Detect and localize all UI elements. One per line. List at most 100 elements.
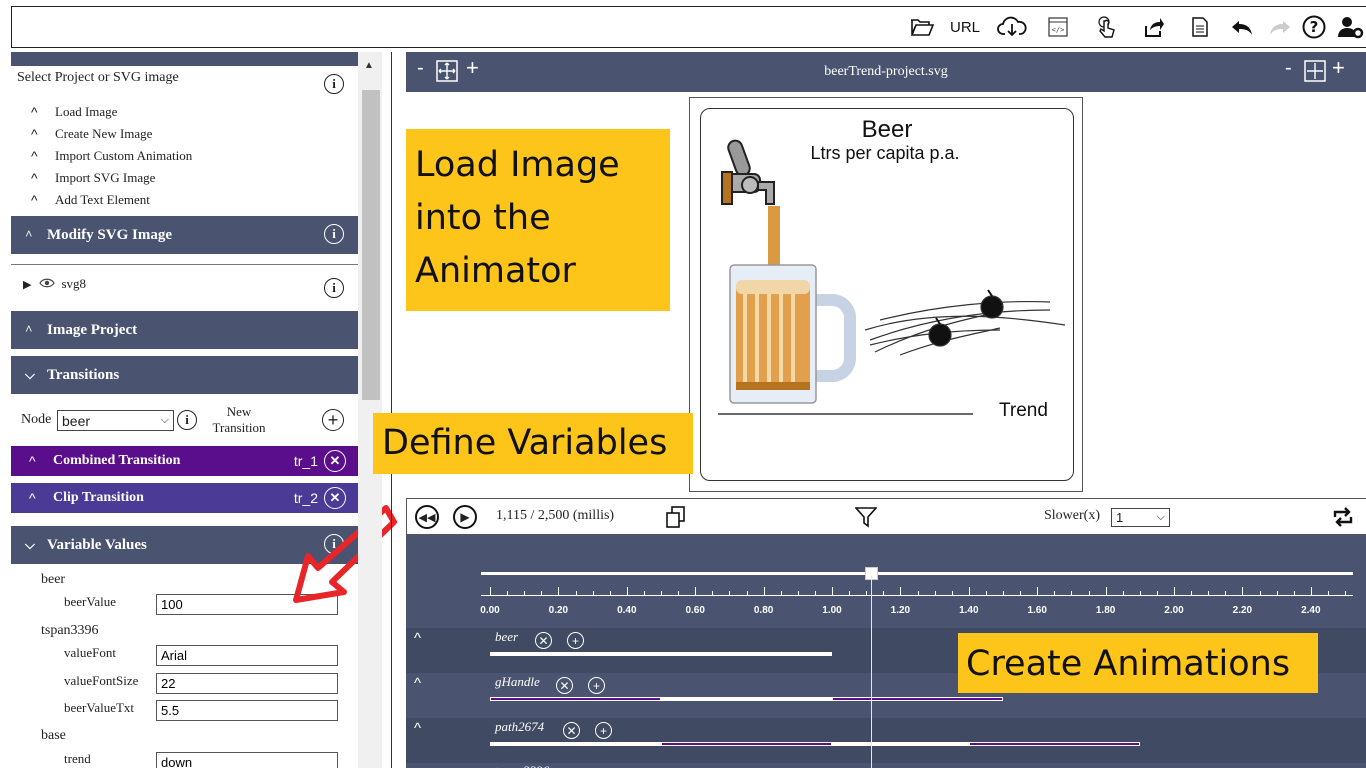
track-name-partial: tspan3396 bbox=[495, 763, 549, 768]
fit-to-screen-icon[interactable] bbox=[1304, 60, 1326, 88]
user-settings-icon[interactable] bbox=[1338, 15, 1364, 39]
add-transition-button[interactable]: + bbox=[322, 409, 344, 431]
section-modify-svg-image[interactable]: ^ Modify SVG Image i bbox=[11, 216, 358, 254]
valueFontSize-input[interactable] bbox=[156, 673, 338, 694]
section-transitions[interactable]: ⌵ Transitions bbox=[11, 356, 358, 394]
valueFont-input[interactable] bbox=[156, 645, 338, 666]
ruler-tick bbox=[524, 591, 526, 595]
info-icon[interactable]: i bbox=[177, 410, 197, 430]
ruler-tick bbox=[1003, 591, 1004, 595]
sidebar: Select Project or SVG image i ^ Load Imag… bbox=[11, 52, 358, 768]
caret-up-icon[interactable]: ^ bbox=[414, 675, 421, 692]
help-icon[interactable]: ? bbox=[1302, 15, 1326, 39]
menu-import-svg-image[interactable]: ^ Import SVG Image bbox=[31, 170, 155, 186]
loop-icon[interactable] bbox=[1331, 506, 1355, 533]
chevron-up-icon: ^ bbox=[25, 322, 33, 337]
menu-add-text-element[interactable]: ^ Add Text Element bbox=[31, 192, 150, 208]
new-transition-label: New Transition bbox=[212, 404, 266, 435]
remove-track-icon[interactable]: ✕ bbox=[556, 677, 573, 694]
url-button[interactable]: URL bbox=[950, 15, 980, 39]
scroll-up-arrow-icon[interactable]: ▲ bbox=[364, 60, 374, 71]
ruler-tick bbox=[1259, 591, 1261, 595]
ruler-tick bbox=[507, 591, 509, 595]
ruler-tick bbox=[917, 591, 919, 595]
ruler-tick bbox=[626, 587, 628, 595]
remove-track-icon[interactable]: ✕ bbox=[535, 632, 552, 649]
track-name: gHandle bbox=[495, 674, 540, 689]
animation-segment[interactable] bbox=[832, 742, 969, 746]
touch-pointer-icon[interactable] bbox=[1095, 15, 1117, 39]
caret-up-icon[interactable]: ^ bbox=[414, 630, 421, 647]
ruler-tick bbox=[558, 587, 560, 595]
ruler-tick bbox=[1310, 587, 1312, 595]
animation-segment[interactable] bbox=[490, 697, 661, 701]
cloud-download-icon[interactable] bbox=[997, 15, 1027, 39]
filter-icon[interactable] bbox=[854, 506, 878, 533]
tick-label: 0.20 bbox=[548, 605, 569, 616]
remove-track-icon[interactable]: ✕ bbox=[563, 722, 580, 739]
divider bbox=[391, 52, 392, 768]
folder-open-icon[interactable] bbox=[910, 15, 934, 39]
eye-icon[interactable] bbox=[39, 276, 56, 292]
wheat-hops-icon bbox=[864, 289, 1066, 356]
animation-segment[interactable] bbox=[661, 742, 832, 746]
ruler-tick bbox=[678, 591, 680, 595]
add-keyframe-icon[interactable]: + bbox=[595, 722, 612, 739]
animation-segment[interactable] bbox=[490, 742, 661, 746]
copy-icon[interactable] bbox=[666, 506, 686, 533]
undo-icon[interactable] bbox=[1230, 15, 1254, 39]
slower-label: Slower(x) bbox=[1044, 508, 1100, 523]
animation-segment[interactable] bbox=[968, 742, 1140, 746]
ruler-tick bbox=[797, 591, 799, 595]
var-label-beerValueTxt: beerValueTxt bbox=[64, 700, 135, 715]
rewind-button[interactable]: ◀◀ bbox=[415, 505, 439, 529]
info-icon[interactable]: i bbox=[324, 74, 344, 94]
tick-label: 1.80 bbox=[1095, 605, 1116, 616]
ruler-tick bbox=[1276, 591, 1278, 595]
play-button[interactable]: ▶ bbox=[453, 505, 477, 529]
caret-up-icon: ^ bbox=[31, 192, 38, 208]
animation-segment[interactable] bbox=[490, 652, 832, 656]
callout-define-variables: Define Variables bbox=[373, 413, 693, 474]
animation-segment[interactable] bbox=[832, 697, 1003, 701]
zoom-out-icon[interactable]: - bbox=[1285, 57, 1292, 80]
document-icon[interactable] bbox=[1192, 15, 1208, 39]
slower-select[interactable]: 1 ⌵ bbox=[1111, 508, 1170, 527]
add-keyframe-icon[interactable]: + bbox=[567, 632, 584, 649]
caret-up-icon[interactable]: ^ bbox=[414, 720, 421, 737]
red-arrow-annotation bbox=[293, 505, 397, 603]
share-icon[interactable] bbox=[1143, 15, 1165, 39]
ruler-tick bbox=[661, 591, 662, 595]
callout-load-image: Load Image into the Animator bbox=[406, 129, 670, 311]
add-keyframe-icon[interactable]: + bbox=[588, 677, 605, 694]
timeline-scrubber-track[interactable] bbox=[481, 572, 1353, 575]
trend-input[interactable] bbox=[156, 752, 338, 768]
beer-illustration bbox=[718, 139, 1066, 415]
code-file-icon[interactable]: </> bbox=[1048, 15, 1068, 39]
expand-triangle-icon[interactable]: ▶ bbox=[23, 278, 31, 291]
sidebar-scroll-thumb[interactable] bbox=[362, 90, 380, 400]
menu-load-image[interactable]: ^ Load Image bbox=[31, 104, 117, 120]
chevron-down-icon: ⌵ bbox=[25, 537, 35, 552]
menu-create-new-image[interactable]: ^ Create New Image bbox=[31, 126, 152, 142]
close-circle-icon[interactable]: ✕ bbox=[324, 450, 346, 472]
ruler-tick bbox=[1208, 591, 1210, 595]
node-select[interactable]: beer ⌵ bbox=[57, 410, 174, 431]
ruler-tick bbox=[1174, 587, 1175, 595]
zoom-in-icon[interactable]: + bbox=[1332, 55, 1345, 81]
transition-combined[interactable]: ^ Combined Transition tr_1 ✕ bbox=[11, 446, 358, 476]
canvas-filename: beerTrend-project.svg bbox=[824, 64, 948, 79]
info-icon[interactable]: i bbox=[324, 224, 344, 244]
animation-segment[interactable] bbox=[661, 697, 832, 701]
beerValueTxt-input[interactable] bbox=[156, 700, 338, 721]
section-image-project[interactable]: ^ Image Project bbox=[11, 311, 358, 349]
menu-import-custom-animation[interactable]: ^ Import Custom Animation bbox=[31, 148, 192, 164]
ruler-tick bbox=[712, 591, 714, 595]
transition-id: tr_1 bbox=[293, 453, 318, 469]
ruler-tick bbox=[746, 591, 748, 595]
var-label-beerValue: beerValue bbox=[64, 594, 116, 609]
redo-icon[interactable] bbox=[1268, 15, 1292, 39]
info-icon[interactable]: i bbox=[324, 278, 344, 298]
select-project-title: Select Project or SVG image bbox=[17, 70, 179, 85]
tree-node-svg8[interactable]: ▶ svg8 bbox=[23, 276, 86, 292]
